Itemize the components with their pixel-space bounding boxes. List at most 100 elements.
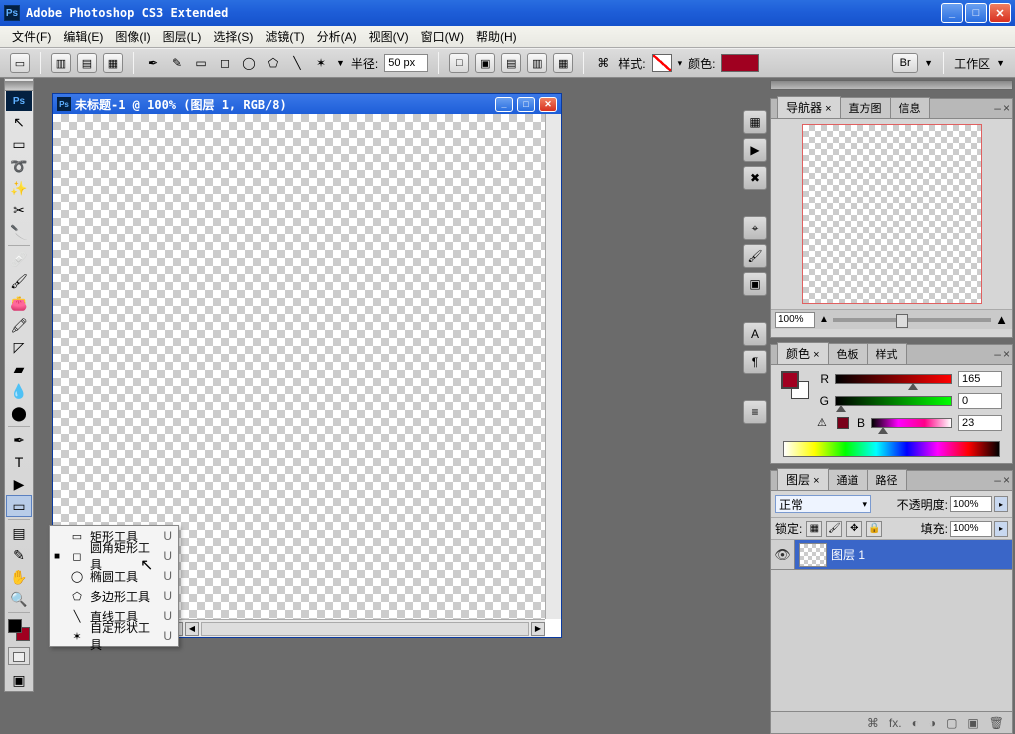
vertical-scrollbar[interactable]	[545, 114, 561, 619]
delete-layer-icon[interactable]: 🗑	[989, 716, 1004, 730]
r-input[interactable]	[958, 371, 1002, 387]
layer-mask-icon[interactable]: ◐	[912, 716, 919, 730]
dock-paragraph-icon[interactable]: ¶	[743, 350, 767, 374]
stamp-tool[interactable]: 👛	[6, 292, 32, 314]
dock-character-icon[interactable]: A	[743, 322, 767, 346]
hand-tool[interactable]: ✋	[6, 566, 32, 588]
lock-pixels-icon[interactable]: 🖌	[826, 521, 842, 537]
fill-input[interactable]: 100%	[950, 521, 992, 537]
tab-navigator[interactable]: 导航器 ×	[777, 96, 841, 118]
layer-fx-icon[interactable]: fx.	[889, 716, 902, 730]
radius-input[interactable]	[384, 54, 428, 72]
freeform-pen-icon[interactable]: ✎	[168, 54, 186, 72]
dock-info-icon[interactable]: ✖	[743, 166, 767, 190]
zoom-out-icon[interactable]: ▲	[819, 314, 829, 325]
screen-mode-icon[interactable]: ▣	[6, 669, 32, 691]
rect-shape-icon[interactable]: ▭	[192, 54, 210, 72]
menu-help[interactable]: 帮助(H)	[470, 26, 523, 47]
tab-styles[interactable]: 样式	[867, 343, 907, 364]
menu-layer[interactable]: 图层(L)	[157, 26, 208, 47]
fill-pixels-icon[interactable]: ▦	[103, 53, 123, 73]
scroll-track[interactable]	[201, 622, 529, 636]
menu-view[interactable]: 视图(V)	[363, 26, 415, 47]
menu-file[interactable]: 文件(F)	[6, 26, 57, 47]
scroll-right-icon[interactable]: ▶	[531, 622, 545, 636]
zoom-tool[interactable]: 🔍	[6, 588, 32, 610]
layer-group-icon[interactable]: ▢	[946, 716, 957, 730]
opacity-chevron-icon[interactable]: ▸	[994, 496, 1008, 512]
tab-info[interactable]: 信息	[890, 97, 930, 118]
line-shape-icon[interactable]: ╲	[288, 54, 306, 72]
g-input[interactable]	[958, 393, 1002, 409]
style-picker[interactable]	[652, 54, 672, 72]
style-chevron-icon[interactable]: ▾	[678, 58, 683, 69]
path-select-tool[interactable]: ▶	[6, 473, 32, 495]
shape-layers-icon[interactable]: ▥	[51, 53, 71, 73]
menu-edit[interactable]: 编辑(E)	[57, 26, 109, 47]
toolbox-grip[interactable]	[5, 81, 33, 91]
lasso-tool[interactable]: ➰	[6, 155, 32, 177]
ctx-ellipse-tool[interactable]: ◯ 椭圆工具 U	[50, 566, 178, 586]
fg-bg-color[interactable]	[8, 619, 30, 641]
ctx-custom-shape-tool[interactable]: ✶ 自定形状工具 U	[50, 626, 178, 646]
doc-close-button[interactable]: ✕	[539, 97, 557, 112]
ctx-rounded-rect-tool[interactable]: ■ ◻ 圆角矩形工具 U	[50, 546, 178, 566]
tab-channels[interactable]: 通道	[828, 469, 868, 490]
zoom-in-icon[interactable]: ▲	[995, 312, 1008, 327]
maximize-button[interactable]: □	[965, 3, 987, 23]
tab-paths[interactable]: 路径	[867, 469, 907, 490]
layer-row[interactable]: 👁 图层 1	[771, 540, 1012, 570]
notes-tool[interactable]: ▤	[6, 522, 32, 544]
panel-close-icon[interactable]: ×	[1003, 101, 1010, 115]
menu-window[interactable]: 窗口(W)	[415, 26, 470, 47]
fg-color-swatch[interactable]	[8, 619, 22, 633]
adjustment-layer-icon[interactable]: ◑	[929, 716, 936, 730]
history-brush-tool[interactable]: 🖍	[6, 314, 32, 336]
type-tool[interactable]: T	[6, 451, 32, 473]
dock-clone-icon[interactable]: ▣	[743, 272, 767, 296]
panel-close-icon[interactable]: ×	[1003, 347, 1010, 361]
crop-tool[interactable]: ✂	[6, 199, 32, 221]
new-layer-icon[interactable]: ▣	[967, 716, 978, 730]
doc-minimize-button[interactable]: _	[495, 97, 513, 112]
doc-maximize-button[interactable]: □	[517, 97, 535, 112]
dock-brushes-icon[interactable]: 🖌	[743, 244, 767, 268]
navigator-thumbnail[interactable]	[802, 124, 982, 304]
dock-navigator-icon[interactable]: ▦	[743, 110, 767, 134]
menu-image[interactable]: 图像(I)	[109, 26, 156, 47]
dock-tool-presets-icon[interactable]: ⌖	[743, 216, 767, 240]
layer-thumbnail[interactable]	[799, 543, 827, 567]
scroll-left-icon[interactable]: ◀	[185, 622, 199, 636]
combine-intersect-icon[interactable]: ▥	[527, 53, 547, 73]
paths-icon[interactable]: ▤	[77, 53, 97, 73]
layer-list[interactable]: 👁 图层 1	[771, 540, 1012, 711]
rounded-rect-shape-icon[interactable]: ◻	[216, 54, 234, 72]
move-tool[interactable]: ↖	[6, 111, 32, 133]
combine-subtract-icon[interactable]: ▤	[501, 53, 521, 73]
color-spectrum[interactable]	[783, 441, 1000, 457]
tab-layers[interactable]: 图层 ×	[777, 468, 829, 490]
combine-exclude-icon[interactable]: ▦	[553, 53, 573, 73]
menu-filter[interactable]: 滤镜(T)	[259, 26, 310, 47]
panel-minimize-icon[interactable]: –	[994, 101, 1001, 115]
b-slider[interactable]	[871, 418, 952, 428]
polygon-shape-icon[interactable]: ⬠	[264, 54, 282, 72]
combine-add-icon[interactable]: ▣	[475, 53, 495, 73]
wand-tool[interactable]: ✨	[6, 177, 32, 199]
g-slider[interactable]	[835, 396, 952, 406]
color-fgbg-swatch[interactable]	[781, 371, 809, 399]
fill-chevron-icon[interactable]: ▸	[994, 521, 1008, 537]
eyedropper-tool[interactable]: ✎	[6, 544, 32, 566]
blend-mode-select[interactable]: 正常▾	[775, 495, 871, 513]
shape-tool[interactable]: ▭	[6, 495, 32, 517]
marquee-tool[interactable]: ▭	[6, 133, 32, 155]
navigator-zoom-input[interactable]	[775, 312, 815, 328]
tab-color[interactable]: 颜色 ×	[777, 342, 829, 364]
gamut-color-icon[interactable]	[837, 417, 849, 429]
dock-layer-comps-icon[interactable]: ≡	[743, 400, 767, 424]
shape-options-chevron-icon[interactable]: ▼	[336, 58, 345, 68]
navigator-zoom-slider[interactable]	[833, 318, 991, 322]
lock-all-icon[interactable]: 🔒	[866, 521, 882, 537]
menu-analysis[interactable]: 分析(A)	[311, 26, 363, 47]
lock-transparent-icon[interactable]: ▦	[806, 521, 822, 537]
